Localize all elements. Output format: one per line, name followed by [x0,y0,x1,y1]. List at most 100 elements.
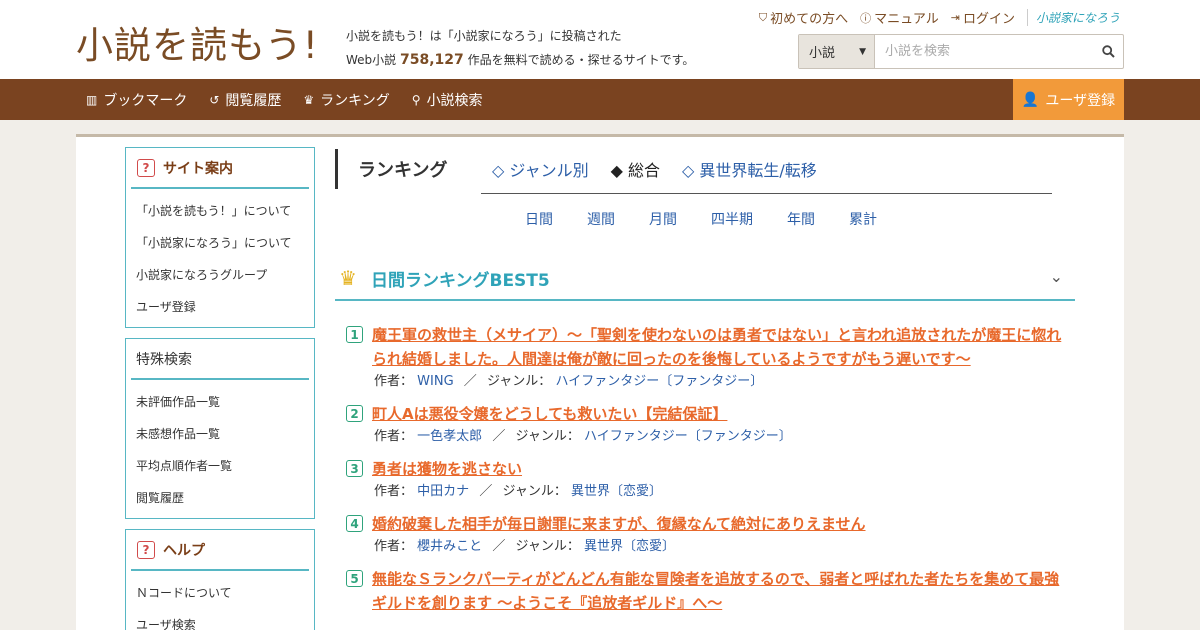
crown-icon: ♛ [303,92,315,107]
author-label: 作者： [374,539,414,554]
novel-meta: 作者： 中田カナ ／ ジャンル： 異世界〔恋愛〕 [345,481,1069,503]
author-link[interactable]: 中田カナ [417,484,469,499]
narou-brand-link[interactable]: 小説家になろう [1026,9,1120,26]
list-item: 5 無能なＳランクパーティがどんどん有能な冒険者を追放するので、弱者と呼ばれた者… [345,567,1069,615]
register-button[interactable]: 👤 ユーザ登録 [1013,79,1124,120]
sidebar-item-register[interactable]: ユーザ登録 [126,291,314,323]
main-nav: ▥ ブックマーク ↺ 閲覧履歴 ♛ ランキング ⚲ 小説検索 👤 ユーザ登録 [0,79,1200,120]
period-quarterly[interactable]: 四半期 [711,209,753,229]
crown-icon: ♛ [339,266,357,290]
genre-link[interactable]: 異世界〔恋愛〕 [571,484,662,499]
nav-bookmark[interactable]: ▥ ブックマーク [86,90,187,110]
novel-title-link[interactable]: 婚約破棄した相手が毎日謝罪に来ますが、復縁なんて絶対にありえません [345,512,1069,536]
rank-badge: 3 [346,460,363,477]
bookmark-icon: ▥ [86,92,98,107]
rank-badge: 4 [346,515,363,532]
nav-ranking[interactable]: ♛ ランキング [303,90,389,110]
search-category-select[interactable]: 小説 ▼ [799,35,875,68]
logo-text: 小説を読もう! [76,24,319,67]
beginners-label: 初めての方へ [770,12,849,27]
rank-badge: 5 [346,570,363,587]
sidebar-item-user-search[interactable]: ユーザ検索 [126,609,314,630]
genre-label: ジャンル： [515,539,580,554]
novel-meta: 作者： 櫻井みこと ／ ジャンル： 異世界〔恋愛〕 [345,536,1069,558]
novel-title-link[interactable]: 町人Aは悪役令嬢をどうしても救いたい【完結保証】 [345,402,1069,426]
sidebar-item-about-narou[interactable]: 「小説家になろう」について [126,227,314,259]
search-input[interactable] [875,35,1093,68]
novel-title-link[interactable]: 勇者は獲物を逃さない [345,457,1069,481]
tab-genre[interactable]: ◇ ジャンル別 [492,157,589,181]
login-link[interactable]: ⇥ ログイン [951,8,1015,27]
list-item: 4 婚約破棄した相手が毎日謝罪に来ますが、復縁なんて絶対にありえません 作者： … [345,512,1069,558]
sidebar-item-history[interactable]: 閲覧履歴 [126,482,314,514]
tagline-suffix: 作品を無料で読める・探せるサイトです。 [467,53,695,67]
novel-title-link[interactable]: 魔王軍の救世主（メサイア）～「聖剣を使わないのは勇者ではない」と言われ追放された… [345,323,1069,371]
search-icon [1101,45,1115,58]
shield-icon: ⛉ [758,10,768,24]
separator: ／ [479,484,493,499]
tagline-line1: 小説を読もう！は「小説家になろう」に投稿された [346,29,622,43]
tab-overall[interactable]: ◆ 総合 [611,157,660,181]
tagline-prefix: Web小説 [346,53,397,67]
nav-history[interactable]: ↺ 閲覧履歴 [209,90,281,110]
period-tabs: 日間 週間 月間 四半期 年間 累計 [525,209,911,229]
sidebar-special-search: 特殊検索 未評価作品一覧 未感想作品一覧 平均点順作者一覧 閲覧履歴 [125,338,315,519]
genre-link[interactable]: ハイファンタジー〔ファンタジー〕 [584,429,792,444]
tab-isekai[interactable]: ◇ 異世界転生/転移 [682,157,817,181]
ranking-heading: ランキング [335,149,447,189]
site-logo[interactable]: 小説を読もう! [76,20,319,67]
novel-title-link[interactable]: 無能なＳランクパーティがどんどん有能な冒険者を追放するので、弱者と呼ばれた者たち… [345,567,1069,615]
period-daily[interactable]: 日間 [525,209,553,229]
search-submit-button[interactable] [1093,35,1123,68]
author-link[interactable]: WING [417,374,454,389]
period-total[interactable]: 累計 [849,209,877,229]
sidebar-item-about-yomou[interactable]: 「小説を読もう！」について [126,195,314,227]
rank-badge: 1 [346,326,363,343]
login-label: ログイン [962,12,1015,27]
user-icon: 👤 [1021,91,1040,108]
nav-history-label: 閲覧履歴 [225,92,282,109]
genre-link[interactable]: ハイファンタジー〔ファンタジー〕 [555,374,763,389]
main-panel: ? サイト案内 「小説を読もう！」について 「小説家になろう」について 小説家に… [76,134,1124,630]
genre-label: ジャンル： [486,374,552,389]
sidebar-special-header: 特殊検索 [131,339,309,380]
sidebar-item-avg-authors[interactable]: 平均点順作者一覧 [126,450,314,482]
sidebar-item-group[interactable]: 小説家になろうグループ [126,259,314,291]
tab-divider [481,193,1052,194]
daily-ranking-section-header[interactable]: ♛ 日間ランキングBEST5 ⌄ [335,257,1075,301]
tagline-line2: Web小説 758,127 作品を無料で読める・探せるサイトです。 [346,48,694,72]
genre-link[interactable]: 異世界〔恋愛〕 [584,539,675,554]
site-header: 小説を読もう! 小説を読もう！は「小説家になろう」に投稿された Web小説 75… [0,0,1200,79]
ranking-list: 1 魔王軍の救世主（メサイア）～「聖剣を使わないのは勇者ではない」と言われ追放さ… [345,323,1069,624]
author-link[interactable]: 櫻井みこと [417,539,482,554]
sidebar-item-ncode[interactable]: Ｎコードについて [126,577,314,609]
beginners-link[interactable]: ⛉ 初めての方へ [758,8,849,28]
period-yearly[interactable]: 年間 [787,209,815,229]
chevron-down-icon[interactable]: ⌄ [1050,267,1063,286]
nav-bookmark-label: ブックマーク [103,92,188,109]
question-icon: ? [137,158,155,177]
manual-link[interactable]: ⓘ マニュアル [860,8,939,28]
search-box: 小説 ▼ [798,34,1124,69]
sidebar-item-no-review[interactable]: 未感想作品一覧 [126,418,314,450]
nav-ranking-label: ランキング [320,92,390,109]
author-label: 作者： [374,429,414,444]
nav-search[interactable]: ⚲ 小説検索 [412,90,483,110]
ranking-tabs: ◇ ジャンル別 ◆ 総合 ◇ 異世界転生/転移 [492,157,817,181]
separator: ／ [492,539,506,554]
register-label: ユーザ登録 [1045,92,1116,109]
novel-count: 758,127 [400,52,464,68]
genre-label: ジャンル： [502,484,567,499]
genre-label: ジャンル： [515,429,580,444]
period-weekly[interactable]: 週間 [587,209,615,229]
search-icon: ⚲ [411,92,421,107]
nav-search-label: 小説検索 [426,92,483,109]
period-monthly[interactable]: 月間 [649,209,677,229]
sidebar-item-unrated[interactable]: 未評価作品一覧 [126,386,314,418]
question-icon: ? [137,540,155,559]
site-tagline: 小説を読もう！は「小説家になろう」に投稿された Web小説 758,127 作品… [346,24,694,72]
separator: ／ [463,374,477,389]
sidebar-special-title: 特殊検索 [136,351,192,368]
author-link[interactable]: 一色孝太郎 [417,429,482,444]
sidebar-help-title: ヘルプ [163,542,205,559]
